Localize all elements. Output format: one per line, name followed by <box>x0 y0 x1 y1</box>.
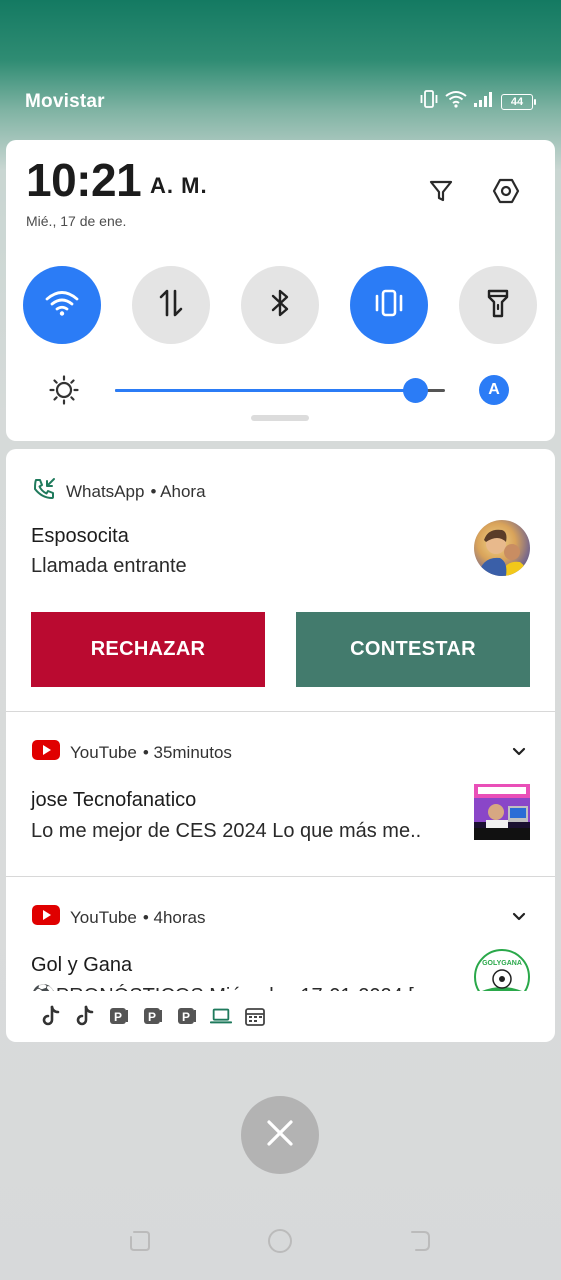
vibrate-tile[interactable] <box>350 266 428 344</box>
bluetooth-tile[interactable] <box>241 266 319 344</box>
filter-icon[interactable] <box>424 174 458 208</box>
status-bar: Movistar 44 <box>0 0 561 140</box>
reject-button[interactable]: RECHAZAR <box>31 612 265 687</box>
clear-all-button[interactable] <box>241 1096 319 1174</box>
clock-time[interactable]: 10:21 <box>26 153 142 207</box>
tiktok-icon <box>74 1005 96 1027</box>
accept-button[interactable]: CONTESTAR <box>296 612 530 687</box>
call-status: Llamada entrante <box>31 555 187 577</box>
channel-logo: GOLYGANA <box>474 949 530 991</box>
laptop-icon <box>210 1005 232 1027</box>
brightness-thumb[interactable] <box>402 378 428 403</box>
brightness-icon <box>49 375 79 405</box>
youtube-icon <box>32 905 60 930</box>
settings-icon[interactable] <box>489 174 523 208</box>
quick-settings-panel: 10:21 A. M. Mié., 17 de ene. A <box>6 140 555 441</box>
expand-handle[interactable] <box>251 415 309 421</box>
vibrate-icon <box>372 288 406 323</box>
incoming-call-icon <box>32 477 56 506</box>
caller-name: Esposocita <box>31 525 129 547</box>
video-title: ⚽PRONÓSTICOS Miércoles 17-01-2024 [ <box>31 983 441 991</box>
close-icon <box>265 1118 295 1153</box>
notification-time: • 4horas <box>142 907 206 927</box>
calendar-icon <box>244 1005 266 1027</box>
channel-logo-text: GOLYGANA <box>482 960 522 967</box>
mobile-data-tile[interactable] <box>132 266 210 344</box>
notification-header: YouTube • 4horas <box>32 905 205 930</box>
notification-header: WhatsApp • Ahora <box>32 477 206 506</box>
vibrate-icon <box>419 90 439 113</box>
quick-tiles <box>23 266 538 346</box>
date-label[interactable]: Mié., 17 de ene. <box>26 213 126 229</box>
app-icon-row: P P P <box>40 1005 266 1027</box>
signal-icon <box>473 90 495 113</box>
wifi-tile[interactable] <box>23 266 101 344</box>
p-app-icon: P <box>108 1005 130 1027</box>
avatar <box>474 520 530 576</box>
flashlight-icon <box>485 287 511 324</box>
battery-icon: 44 <box>501 93 536 110</box>
bluetooth-icon <box>268 287 292 324</box>
status-icons: 44 <box>419 90 536 113</box>
app-name: WhatsApp <box>66 481 145 501</box>
back-icon[interactable] <box>407 1228 433 1254</box>
notification-time: • 35minutos <box>142 742 232 762</box>
p-app-icon: P <box>142 1005 164 1027</box>
wifi-icon <box>445 90 467 113</box>
app-name: YouTube <box>70 742 137 762</box>
brightness-slider[interactable] <box>115 389 445 392</box>
flashlight-tile[interactable] <box>459 266 537 344</box>
svg-text:P: P <box>114 1010 122 1024</box>
data-arrows-icon <box>157 287 185 324</box>
app-name: YouTube <box>70 907 137 927</box>
channel-name: jose Tecnofanatico <box>31 789 197 811</box>
video-title: Lo me mejor de CES 2024 Lo que más me.. <box>31 820 422 842</box>
carrier-name: Movistar <box>25 91 105 112</box>
chevron-down-icon[interactable] <box>509 742 529 762</box>
video-thumbnail <box>474 784 530 840</box>
brightness-row: A <box>6 365 555 415</box>
recents-icon[interactable] <box>127 1228 153 1254</box>
tiktok-icon <box>40 1005 62 1027</box>
p-app-icon: P <box>176 1005 198 1027</box>
youtube-notification[interactable]: YouTube • 4horas Gol y Gana ⚽PRONÓSTICOS… <box>6 877 555 991</box>
clock-ampm: A. M. <box>150 173 208 198</box>
notification-header: YouTube • 35minutos <box>32 740 232 765</box>
chevron-down-icon[interactable] <box>509 907 529 927</box>
youtube-icon <box>32 740 60 765</box>
youtube-notification[interactable]: YouTube • 35minutos jose Tecnofanatico L… <box>6 712 555 876</box>
auto-brightness-button[interactable]: A <box>479 375 509 405</box>
notification-time: • Ahora <box>150 481 206 501</box>
home-icon[interactable] <box>267 1228 293 1254</box>
overflow-icons-bar[interactable]: P P P <box>6 991 555 1042</box>
svg-text:P: P <box>148 1010 156 1024</box>
svg-text:P: P <box>182 1010 190 1024</box>
channel-name: Gol y Gana <box>31 954 133 976</box>
whatsapp-notification[interactable]: WhatsApp • Ahora Esposocita Llamada entr… <box>6 449 555 711</box>
wifi-icon <box>45 289 79 322</box>
brightness-fill <box>115 389 416 392</box>
